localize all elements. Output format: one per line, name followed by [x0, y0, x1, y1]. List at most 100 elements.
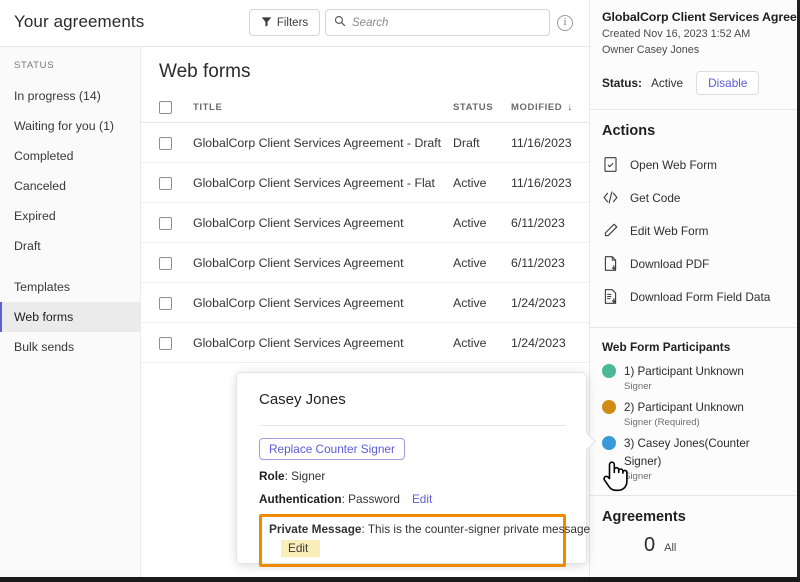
- sidebar-item-label: Web forms: [14, 310, 73, 324]
- sidebar-item-label: Templates: [14, 280, 70, 294]
- table-row[interactable]: GlobalCorp Client Services Agreement Act…: [141, 323, 589, 363]
- row-status: Active: [453, 243, 511, 283]
- row-select-cell: [141, 323, 187, 363]
- popup-auth-line: Authentication: PasswordEdit: [259, 492, 566, 506]
- sidebar-item-web-forms[interactable]: Web forms: [0, 302, 140, 332]
- column-header-modified-label: MODIFIED: [511, 102, 562, 113]
- filters-label: Filters: [277, 17, 308, 29]
- row-title: GlobalCorp Client Services Agreement - D…: [187, 123, 453, 163]
- pencil-icon: [602, 222, 619, 239]
- action-get-code[interactable]: Get Code: [602, 181, 785, 214]
- action-label: Download Form Field Data: [630, 290, 770, 304]
- rail-divider: [590, 109, 797, 110]
- table-row[interactable]: GlobalCorp Client Services Agreement Act…: [141, 243, 589, 283]
- app-window: Your agreements Filters i STATUS In prog…: [0, 0, 800, 582]
- agreements-scope: All: [664, 542, 676, 554]
- sidebar-item-expired[interactable]: Expired: [0, 201, 140, 231]
- replace-counter-signer-button[interactable]: Replace Counter Signer: [259, 438, 405, 460]
- download-form-data-icon: [602, 288, 619, 305]
- action-open-web-form[interactable]: Open Web Form: [602, 148, 785, 181]
- popup-auth-label: Authentication: [259, 492, 342, 506]
- search-input[interactable]: [352, 17, 541, 29]
- row-checkbox[interactable]: [159, 217, 172, 230]
- private-message-highlight-box: Private Message: This is the counter-sig…: [259, 514, 566, 567]
- row-select-cell: [141, 163, 187, 203]
- table-header-row: TITLE STATUS MODIFIED ↓: [141, 95, 589, 123]
- row-select-cell: [141, 243, 187, 283]
- row-title: GlobalCorp Client Services Agreement: [187, 323, 453, 363]
- agreements-count: 0: [644, 534, 655, 557]
- column-header-modified[interactable]: MODIFIED ↓: [511, 95, 589, 123]
- row-status: Draft: [453, 123, 511, 163]
- sidebar-item-canceled[interactable]: Canceled: [0, 171, 140, 201]
- info-icon[interactable]: i: [557, 15, 573, 31]
- edit-authentication-link[interactable]: Edit: [412, 492, 432, 506]
- row-title: GlobalCorp Client Services Agreement: [187, 203, 453, 243]
- participant-row[interactable]: 3) Casey Jones(Counter Signer) Signer: [602, 434, 785, 482]
- sidebar-item-label: Expired: [14, 209, 56, 223]
- download-pdf-icon: [602, 255, 619, 272]
- sidebar-item-label: Canceled: [14, 179, 66, 193]
- row-checkbox[interactable]: [159, 137, 172, 150]
- action-label: Open Web Form: [630, 158, 717, 172]
- participant-color-dot: [602, 400, 616, 414]
- sidebar-item-waiting-for-you[interactable]: Waiting for you (1): [0, 111, 140, 141]
- sidebar-item-in-progress[interactable]: In progress (14): [0, 81, 140, 111]
- rail-status-row: Status: Active Disable: [602, 71, 785, 95]
- action-download-pdf[interactable]: Download PDF: [602, 247, 785, 280]
- sidebar-item-bulk-sends[interactable]: Bulk sends: [0, 332, 140, 362]
- row-title: GlobalCorp Client Services Agreement: [187, 283, 453, 323]
- column-header-title[interactable]: TITLE: [187, 95, 453, 123]
- row-checkbox[interactable]: [159, 177, 172, 190]
- participant-color-dot: [602, 364, 616, 378]
- search-box[interactable]: [325, 9, 550, 36]
- sidebar-section-label: STATUS: [0, 60, 140, 71]
- column-header-status[interactable]: STATUS: [453, 95, 511, 123]
- sidebar-item-draft[interactable]: Draft: [0, 231, 140, 261]
- row-checkbox[interactable]: [159, 337, 172, 350]
- disable-button[interactable]: Disable: [696, 71, 759, 95]
- table-row[interactable]: GlobalCorp Client Services Agreement Act…: [141, 283, 589, 323]
- sidebar-item-templates[interactable]: Templates: [0, 272, 140, 302]
- rail-agreement-title: GlobalCorp Client Services Agreement: [602, 10, 785, 24]
- table-row[interactable]: GlobalCorp Client Services Agreement - D…: [141, 123, 589, 163]
- row-select-cell: [141, 203, 187, 243]
- popup-role-value: Signer: [291, 469, 325, 483]
- participant-detail-popup: Casey Jones Replace Counter Signer Role:…: [236, 372, 587, 564]
- row-checkbox[interactable]: [159, 257, 172, 270]
- agreements-count-row: 0 All: [602, 534, 785, 557]
- participant-row[interactable]: 2) Participant Unknown Signer (Required): [602, 398, 785, 428]
- action-edit-web-form[interactable]: Edit Web Form: [602, 214, 785, 247]
- code-brackets-icon: [602, 189, 619, 206]
- row-modified: 1/24/2023: [511, 323, 589, 363]
- rail-status-value: Active: [651, 76, 683, 90]
- table-row[interactable]: GlobalCorp Client Services Agreement Act…: [141, 203, 589, 243]
- row-modified: 1/24/2023: [511, 283, 589, 323]
- edit-private-message-link[interactable]: Edit: [281, 540, 320, 557]
- sidebar-item-label: Completed: [14, 149, 73, 163]
- participant-row[interactable]: 1) Participant Unknown Signer: [602, 362, 785, 392]
- row-modified: 11/16/2023: [511, 123, 589, 163]
- select-all-header: [141, 95, 187, 123]
- sort-descending-icon: ↓: [567, 102, 573, 113]
- sidebar-item-label: Draft: [14, 239, 41, 253]
- action-download-form-field-data[interactable]: Download Form Field Data: [602, 280, 785, 313]
- row-modified: 6/11/2023: [511, 243, 589, 283]
- filters-button[interactable]: Filters: [249, 9, 320, 36]
- rail-created-date: Created Nov 16, 2023 1:52 AM: [602, 28, 785, 40]
- sidebar-item-completed[interactable]: Completed: [0, 141, 140, 171]
- rail-divider: [590, 495, 797, 496]
- rail-divider: [590, 327, 797, 328]
- row-checkbox[interactable]: [159, 297, 172, 310]
- select-all-checkbox[interactable]: [159, 101, 172, 114]
- action-label: Edit Web Form: [630, 224, 708, 238]
- popup-divider: [259, 425, 566, 426]
- action-label: Get Code: [630, 191, 681, 205]
- table-row[interactable]: GlobalCorp Client Services Agreement - F…: [141, 163, 589, 203]
- participant-color-dot: [602, 436, 616, 450]
- row-title: GlobalCorp Client Services Agreement - F…: [187, 163, 453, 203]
- row-status: Active: [453, 323, 511, 363]
- agreements-heading: Agreements: [602, 509, 785, 525]
- top-bar: Your agreements Filters i: [0, 0, 592, 47]
- actions-heading: Actions: [602, 123, 785, 139]
